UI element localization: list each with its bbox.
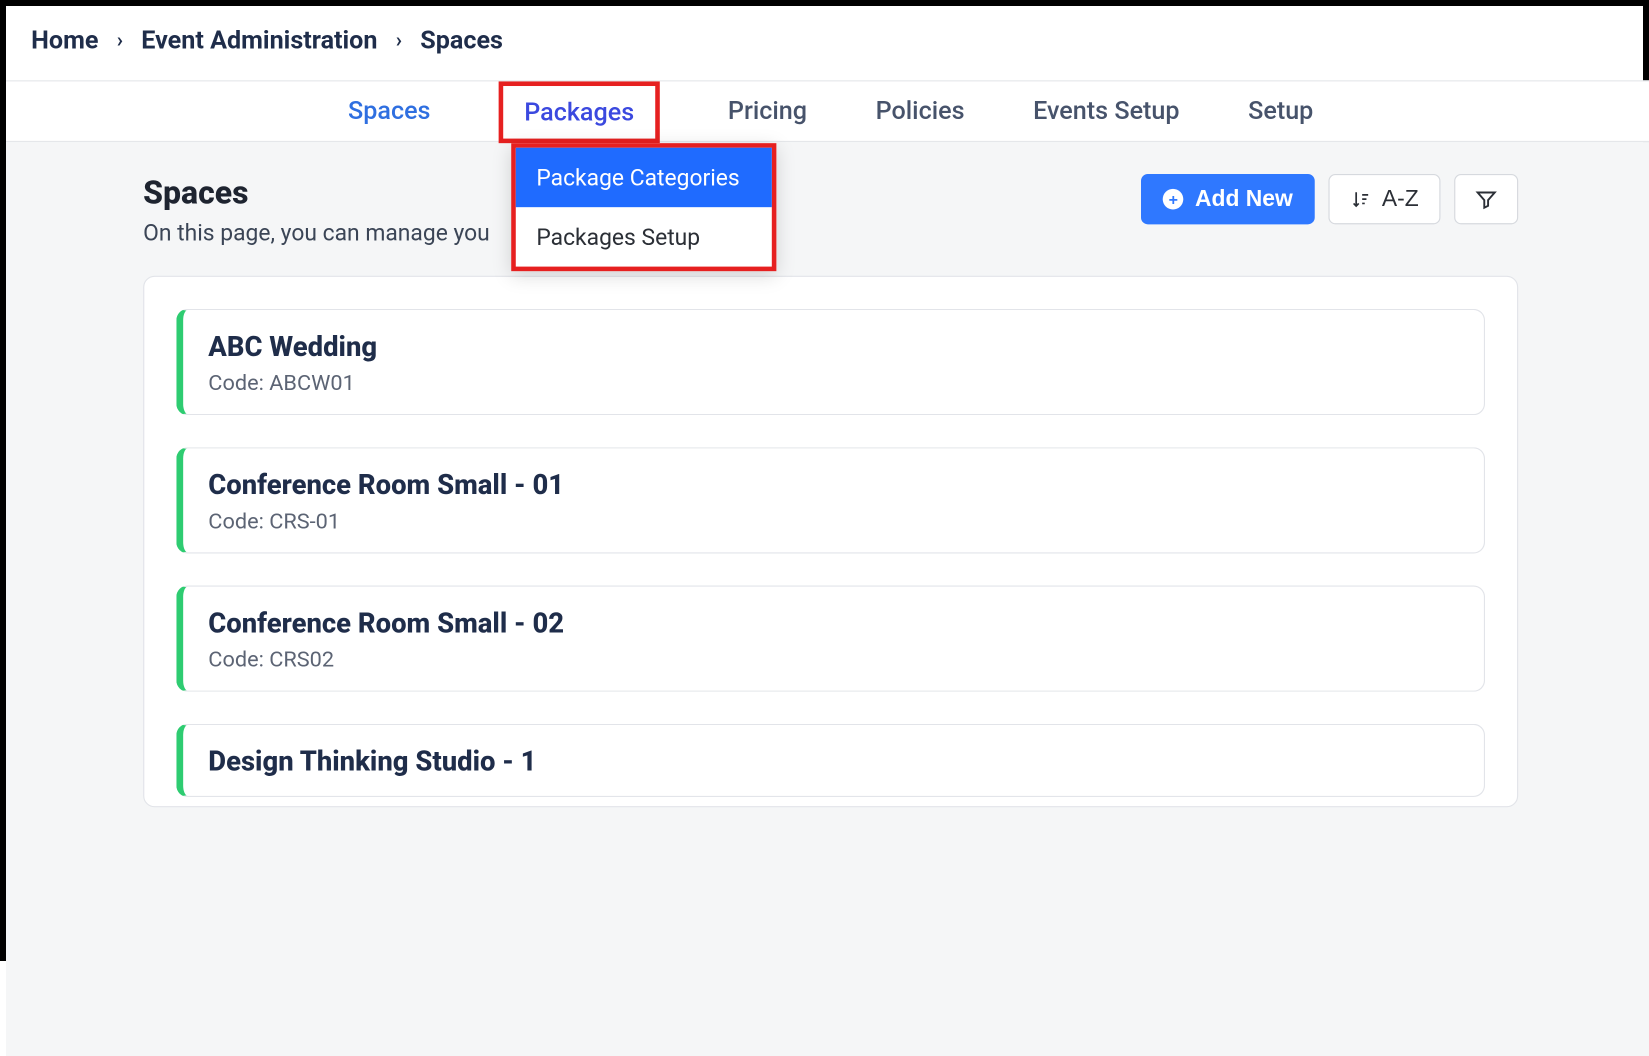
- code-label: Code:: [208, 369, 264, 395]
- space-card[interactable]: Conference Room Small - 01 Code: CRS-01: [176, 447, 1485, 553]
- packages-dropdown: Package Categories Packages Setup: [511, 143, 776, 271]
- tab-policies[interactable]: Policies: [876, 81, 965, 140]
- tab-events-setup[interactable]: Events Setup: [1033, 81, 1179, 140]
- dropdown-item-package-categories[interactable]: Package Categories: [516, 148, 772, 207]
- add-new-button[interactable]: + Add New: [1141, 174, 1314, 224]
- page-title: Spaces: [143, 174, 490, 212]
- space-card[interactable]: Design Thinking Studio - 1: [176, 724, 1485, 797]
- plus-circle-icon: +: [1163, 189, 1184, 210]
- code-value: CRS02: [269, 646, 334, 672]
- breadcrumb: Home › Event Administration › Spaces: [6, 6, 1649, 80]
- sort-label: A-Z: [1382, 186, 1419, 212]
- content-area: Spaces On this page, you can manage you …: [6, 142, 1649, 1056]
- breadcrumb-home[interactable]: Home: [31, 27, 98, 56]
- filter-button[interactable]: [1454, 174, 1518, 224]
- tab-spaces[interactable]: Spaces: [348, 81, 430, 140]
- code-label: Code:: [208, 646, 264, 672]
- filter-icon: [1475, 188, 1498, 211]
- space-title: Conference Room Small - 01: [208, 469, 1458, 501]
- chevron-right-icon: ›: [117, 29, 123, 53]
- space-code: Code: ABCW01: [208, 369, 1458, 395]
- page-actions: + Add New A-Z: [1141, 174, 1518, 224]
- space-card[interactable]: Conference Room Small - 02 Code: CRS02: [176, 586, 1485, 692]
- breadcrumb-section[interactable]: Event Administration: [141, 27, 377, 56]
- space-title: Conference Room Small - 02: [208, 607, 1458, 639]
- sort-icon: [1350, 189, 1371, 210]
- dropdown-item-packages-setup[interactable]: Packages Setup: [516, 207, 772, 266]
- tabs-bar: Spaces Packages Pricing Policies Events …: [6, 80, 1649, 142]
- chevron-right-icon: ›: [396, 29, 402, 53]
- breadcrumb-page[interactable]: Spaces: [420, 27, 503, 56]
- page-description: On this page, you can manage you: [143, 219, 490, 246]
- code-label: Code:: [208, 508, 264, 534]
- space-code: Code: CRS02: [208, 646, 1458, 672]
- space-title: ABC Wedding: [208, 331, 1458, 363]
- sort-button[interactable]: A-Z: [1328, 174, 1440, 224]
- tab-pricing[interactable]: Pricing: [728, 81, 807, 140]
- code-value: CRS-01: [269, 508, 340, 534]
- code-value: ABCW01: [269, 369, 355, 395]
- tab-setup[interactable]: Setup: [1248, 81, 1313, 140]
- space-code: Code: CRS-01: [208, 508, 1458, 534]
- space-title: Design Thinking Studio - 1: [208, 746, 1458, 778]
- spaces-panel: ABC Wedding Code: ABCW01 Conference Room…: [143, 276, 1518, 807]
- space-card[interactable]: ABC Wedding Code: ABCW01: [176, 309, 1485, 415]
- add-new-label: Add New: [1195, 186, 1293, 212]
- tab-packages[interactable]: Packages: [499, 81, 659, 143]
